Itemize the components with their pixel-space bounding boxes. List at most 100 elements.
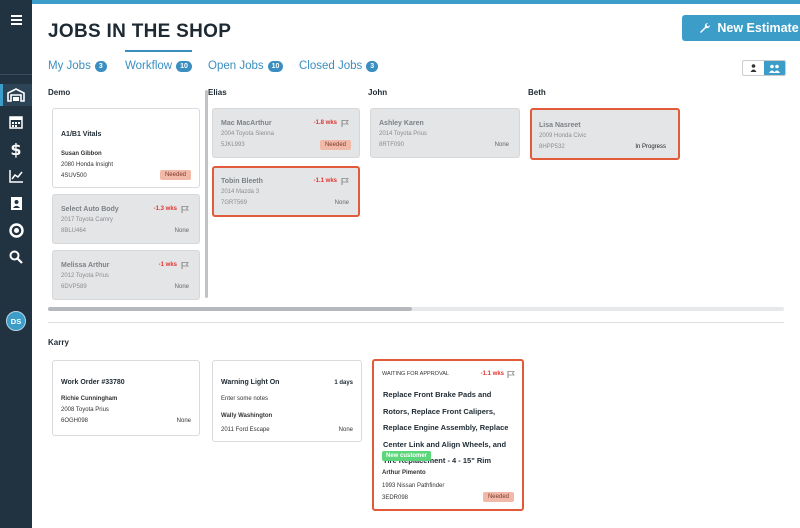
- approval-status-label: WAITING FOR APPROVAL: [382, 371, 449, 377]
- job-title: Select Auto Body: [61, 206, 119, 213]
- customer-name: Richie Cunningham: [61, 396, 118, 402]
- license-plate: 8BLU464: [61, 228, 87, 234]
- license-plate: 8RTF090: [379, 142, 404, 148]
- customer-name: Wally Washington: [221, 413, 273, 419]
- status-text: In Progress: [635, 144, 666, 150]
- group-view-button[interactable]: [764, 61, 785, 75]
- tab-count-badge: 3: [94, 60, 107, 72]
- job-card[interactable]: Warning Light On 1 days Enter some notes…: [212, 360, 362, 442]
- column-header-karry: Karry: [48, 338, 69, 347]
- flag-icon[interactable]: [507, 371, 515, 378]
- job-card[interactable]: Ashley Karen 2014 Toyota Prius 8RTF090 N…: [370, 108, 520, 158]
- overdue-weeks: -1 wks: [158, 262, 177, 268]
- license-plate: 6DVP589: [61, 284, 87, 290]
- status-text: None: [176, 418, 191, 424]
- search-icon[interactable]: [0, 246, 32, 268]
- job-title: Warning Light On: [221, 379, 280, 386]
- overdue-weeks: -1.3 wks: [153, 206, 177, 212]
- contacts-icon[interactable]: [0, 192, 32, 214]
- tab-count-badge: 3: [366, 60, 379, 72]
- job-title: A1/B1 Vitals: [61, 131, 102, 138]
- wrench-icon: [700, 22, 711, 33]
- new-estimate-button[interactable]: New Estimate: [682, 15, 800, 41]
- job-card[interactable]: A1/B1 Vitals Susan Gibbon 2080 Honda Ins…: [52, 108, 200, 188]
- chart-icon[interactable]: [0, 165, 32, 187]
- column-header-demo: Demo: [48, 88, 71, 97]
- column-header-john: John: [368, 88, 388, 97]
- overdue-weeks: -1.1 wks: [480, 371, 504, 377]
- vehicle: 2008 Toyota Prius: [61, 407, 109, 413]
- status-badge: Needed: [482, 492, 514, 502]
- job-card[interactable]: Work Order #33780 Richie Cunningham 2008…: [52, 360, 200, 436]
- tab-count-badge: 10: [176, 60, 192, 72]
- user-icon: [750, 64, 757, 72]
- customer-name: Susan Gibbon: [61, 151, 102, 157]
- license-plate: 3EDR098: [382, 495, 409, 501]
- job-title: Melissa Arthur: [61, 262, 110, 269]
- row-divider: [48, 322, 784, 323]
- license-plate: 4SUV500: [61, 173, 87, 179]
- support-icon[interactable]: [0, 219, 32, 241]
- tab-open-jobs[interactable]: Open Jobs 10: [208, 54, 284, 78]
- job-title: Mac MacArthur: [221, 120, 272, 127]
- tab-label: Workflow: [125, 60, 173, 72]
- job-title: Work Order #33780: [61, 379, 125, 386]
- flag-icon[interactable]: [181, 262, 189, 269]
- status-badge: Needed: [159, 170, 191, 180]
- job-card-highlighted[interactable]: WAITING FOR APPROVAL -1.1 wks Replace Fr…: [372, 359, 524, 511]
- tab-closed-jobs[interactable]: Closed Jobs 3: [299, 54, 379, 78]
- column-scrollbar[interactable]: [205, 90, 208, 298]
- vehicle: 2014 Toyota Prius: [379, 131, 427, 137]
- license-plate: 5JKL993: [221, 142, 245, 148]
- single-user-view-button[interactable]: [743, 61, 764, 75]
- job-card[interactable]: Mac MacArthur -1.8 wks 2004 Toyota Sienn…: [212, 108, 360, 158]
- column-header-elias: Elias: [208, 88, 227, 97]
- job-title: Lisa Nasreet: [539, 122, 581, 129]
- job-card-highlighted[interactable]: Lisa Nasreet 2009 Honda Civic 8HPP532 In…: [530, 108, 680, 160]
- job-notes[interactable]: Enter some notes: [221, 396, 268, 402]
- new-customer-badge: New customer: [382, 451, 432, 461]
- customer-name: Arthur Pimento: [382, 470, 426, 476]
- vehicle: 2011 Ford Escape: [221, 427, 270, 433]
- main-content: JOBS IN THE SHOP New Estimate My Jobs 3 …: [32, 4, 800, 528]
- vehicle: 2017 Toyota Camry: [61, 217, 113, 223]
- page-title: JOBS IN THE SHOP: [48, 21, 232, 42]
- status-text: None: [174, 228, 189, 234]
- tab-label: My Jobs: [48, 60, 91, 72]
- menu-icon[interactable]: [0, 9, 32, 31]
- vehicle: 2009 Honda Civic: [539, 133, 587, 139]
- job-card[interactable]: Melissa Arthur -1 wks 2012 Toyota Prius …: [52, 250, 200, 300]
- horizontal-scrollbar[interactable]: [48, 307, 412, 311]
- job-title: Ashley Karen: [379, 120, 424, 127]
- status-badge: Needed: [319, 140, 351, 150]
- job-card-highlighted[interactable]: Tobin Bleeth -1.1 wks 2014 Mazda 3 7GRT5…: [212, 166, 360, 217]
- users-icon: [769, 64, 780, 73]
- job-card[interactable]: Select Auto Body -1.3 wks 2017 Toyota Ca…: [52, 194, 200, 244]
- new-estimate-label: New Estimate: [717, 21, 799, 35]
- shop-icon[interactable]: [0, 84, 32, 106]
- sidebar-divider: [0, 74, 32, 75]
- tab-label: Closed Jobs: [299, 60, 363, 72]
- flag-icon[interactable]: [181, 206, 189, 213]
- vehicle: 1993 Nissan Pathfinder: [382, 483, 445, 489]
- user-avatar[interactable]: DS: [6, 311, 26, 331]
- tab-workflow[interactable]: Workflow 10: [125, 50, 192, 78]
- tab-count-badge: 10: [267, 60, 284, 72]
- flag-icon[interactable]: [341, 120, 349, 127]
- tab-label: Open Jobs: [208, 60, 264, 72]
- vehicle: 2080 Honda Insight: [61, 162, 114, 168]
- tab-my-jobs[interactable]: My Jobs 3: [48, 54, 107, 78]
- vehicle: 2014 Mazda 3: [221, 189, 260, 195]
- dollar-icon[interactable]: $: [0, 138, 32, 160]
- sidebar: $ DS: [0, 0, 32, 528]
- status-text: None: [334, 200, 349, 206]
- license-plate: 6OGH098: [61, 418, 89, 424]
- flag-icon[interactable]: [341, 178, 349, 185]
- overdue-weeks: -1.1 wks: [313, 178, 337, 184]
- job-title: Tobin Bleeth: [221, 178, 263, 185]
- status-text: None: [338, 427, 353, 433]
- license-plate: 8HPP532: [539, 144, 565, 150]
- vehicle: 2004 Toyota Sienna: [221, 131, 274, 137]
- days-in-shop: 1 days: [334, 380, 353, 386]
- calendar-icon[interactable]: [0, 111, 32, 133]
